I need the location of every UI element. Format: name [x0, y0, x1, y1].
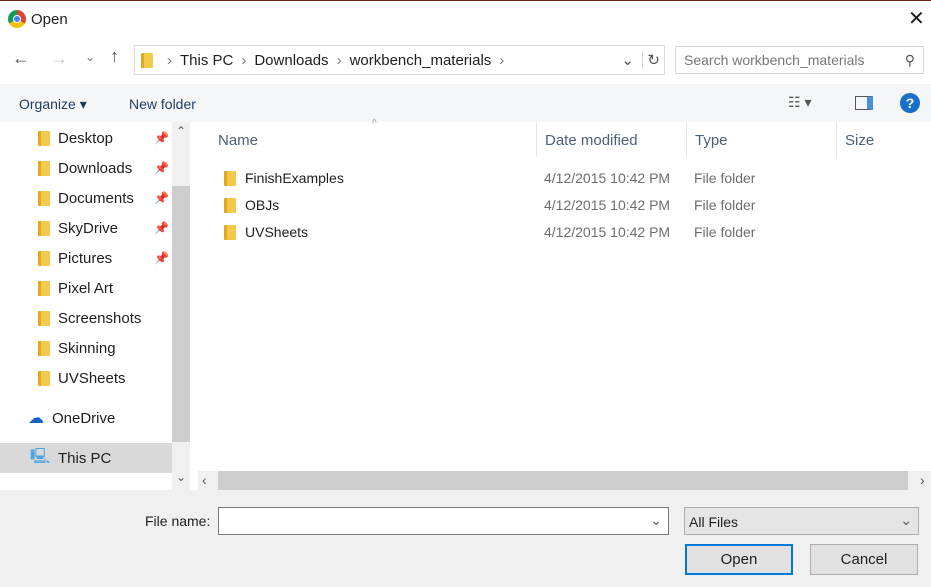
computer-icon: 🖳	[30, 447, 51, 465]
nav-item-label: Screenshots	[58, 309, 142, 327]
search-input[interactable]: Search workbench_materials ⚲	[675, 46, 924, 74]
nav-item[interactable]: Downloads	[38, 153, 132, 183]
pin-icon[interactable]: 📌	[154, 161, 169, 175]
help-button[interactable]: ?	[900, 93, 920, 113]
window-title: Open	[31, 11, 68, 28]
window-border	[0, 0, 931, 1]
footer: File name: ⌄ All Files ⌄ Open Cancel	[0, 490, 931, 587]
nav-item-label: Desktop	[58, 129, 114, 147]
file-row[interactable]: UVSheets 4/12/2015 10:42 PM File folder	[218, 219, 918, 245]
folder-icon	[38, 340, 50, 356]
folder-icon	[38, 280, 50, 296]
back-button[interactable]: ←	[12, 48, 30, 69]
nav-item[interactable]: UVSheets	[38, 363, 126, 393]
refresh-icon[interactable]: ↻	[642, 51, 660, 69]
file-date: 4/12/2015 10:42 PM	[544, 170, 671, 186]
new-folder-button[interactable]: New folder	[129, 96, 196, 112]
chevron-down-icon[interactable]: ⌄	[621, 51, 634, 69]
view-options-button[interactable]: ☷ ▾	[788, 94, 811, 111]
nav-item-label: OneDrive	[52, 409, 116, 427]
folder-icon	[38, 250, 50, 266]
navigation-pane: Desktop 📌 Downloads 📌 Documents 📌 SkyDrive 📌 Pic…	[0, 122, 192, 490]
column-date[interactable]: Date modified	[536, 122, 646, 157]
crumb[interactable]: This PC	[180, 52, 233, 69]
nav-item-label: UVSheets	[58, 369, 126, 387]
pin-icon[interactable]: 📌	[154, 221, 169, 235]
file-row[interactable]: FinishExamples 4/12/2015 10:42 PM File fol…	[218, 165, 918, 191]
crumb[interactable]: workbench_materials	[350, 52, 492, 69]
file-name-input[interactable]: ⌄	[218, 507, 669, 535]
file-name: UVSheets	[245, 224, 309, 240]
nav-item[interactable]: Pixel Art	[38, 273, 113, 303]
file-type: File folder	[694, 197, 756, 213]
file-row[interactable]: OBJs 4/12/2015 10:42 PM File folder	[218, 192, 918, 218]
forward-button[interactable]: →	[50, 48, 68, 69]
nav-item-label: This PC	[58, 449, 112, 467]
column-headers: ^ Name Date modified Type Size	[192, 118, 931, 157]
nav-item[interactable]: Skinning	[38, 333, 116, 363]
file-type: File folder	[694, 224, 756, 240]
nav-scrollbar[interactable]: ⌃ ⌄	[172, 122, 190, 490]
chrome-icon	[8, 10, 26, 28]
nav-item[interactable]: SkyDrive	[38, 213, 118, 243]
recent-dropdown[interactable]: ⌄	[85, 50, 95, 64]
file-type-select[interactable]: All Files ⌄	[684, 507, 919, 535]
nav-item-label: SkyDrive	[58, 219, 119, 237]
scrollbar-thumb[interactable]	[172, 186, 190, 442]
folder-icon	[224, 225, 236, 240]
column-size[interactable]: Size	[836, 122, 882, 157]
organize-button[interactable]: Organize ▾	[19, 96, 87, 113]
folder-icon	[141, 52, 153, 68]
onedrive-icon: ☁	[28, 410, 44, 427]
toolbar: Organize ▾ New folder ☷ ▾ ?	[0, 84, 931, 122]
nav-item[interactable]: Pictures	[38, 243, 112, 273]
folder-icon	[38, 310, 50, 326]
nav-item[interactable]: Screenshots	[38, 303, 141, 333]
search-icon: ⚲	[904, 51, 915, 68]
close-button[interactable]: ✕	[908, 6, 925, 31]
nav-item-label: Pictures	[58, 249, 113, 267]
nav-item[interactable]: 🖳 This PC	[0, 443, 172, 473]
folder-icon	[38, 220, 50, 236]
pin-icon[interactable]: 📌	[154, 191, 169, 205]
nav-item-label: Pixel Art	[58, 279, 114, 297]
crumb[interactable]: Downloads	[254, 52, 328, 69]
nav-item[interactable]: ☁ OneDrive	[28, 403, 115, 433]
nav-item[interactable]: Desktop	[38, 123, 113, 153]
folder-icon	[38, 190, 50, 206]
folder-icon	[224, 171, 236, 186]
nav-item-label: Downloads	[58, 159, 133, 177]
scrollbar-thumb[interactable]	[218, 471, 908, 490]
pin-icon[interactable]: 📌	[154, 131, 169, 145]
nav-item[interactable]: Documents	[38, 183, 134, 213]
open-button[interactable]: Open	[685, 544, 793, 575]
up-button[interactable]: ↑	[110, 46, 119, 67]
column-type[interactable]: Type	[686, 122, 736, 157]
nav-item-label: Skinning	[58, 339, 116, 357]
folder-icon	[224, 198, 236, 213]
preview-pane-button[interactable]	[855, 96, 873, 110]
column-name[interactable]: Name	[218, 132, 258, 149]
search-placeholder: Search workbench_materials	[684, 52, 865, 68]
file-name: OBJs	[245, 197, 280, 213]
cancel-button[interactable]: Cancel	[810, 544, 918, 575]
folder-icon	[38, 370, 50, 386]
file-type: File folder	[694, 170, 756, 186]
pin-icon[interactable]: 📌	[154, 251, 169, 265]
horizontal-scrollbar[interactable]: ‹ ›	[198, 471, 931, 490]
file-name-label: File name:	[145, 513, 211, 529]
folder-icon	[38, 160, 50, 176]
file-name: FinishExamples	[245, 170, 344, 186]
nav-item-label: Documents	[58, 189, 134, 207]
address-bar[interactable]: › This PC › Downloads › workbench_materials…	[134, 45, 665, 75]
file-date: 4/12/2015 10:42 PM	[544, 224, 671, 240]
folder-icon	[38, 130, 50, 146]
file-date: 4/12/2015 10:42 PM	[544, 197, 671, 213]
